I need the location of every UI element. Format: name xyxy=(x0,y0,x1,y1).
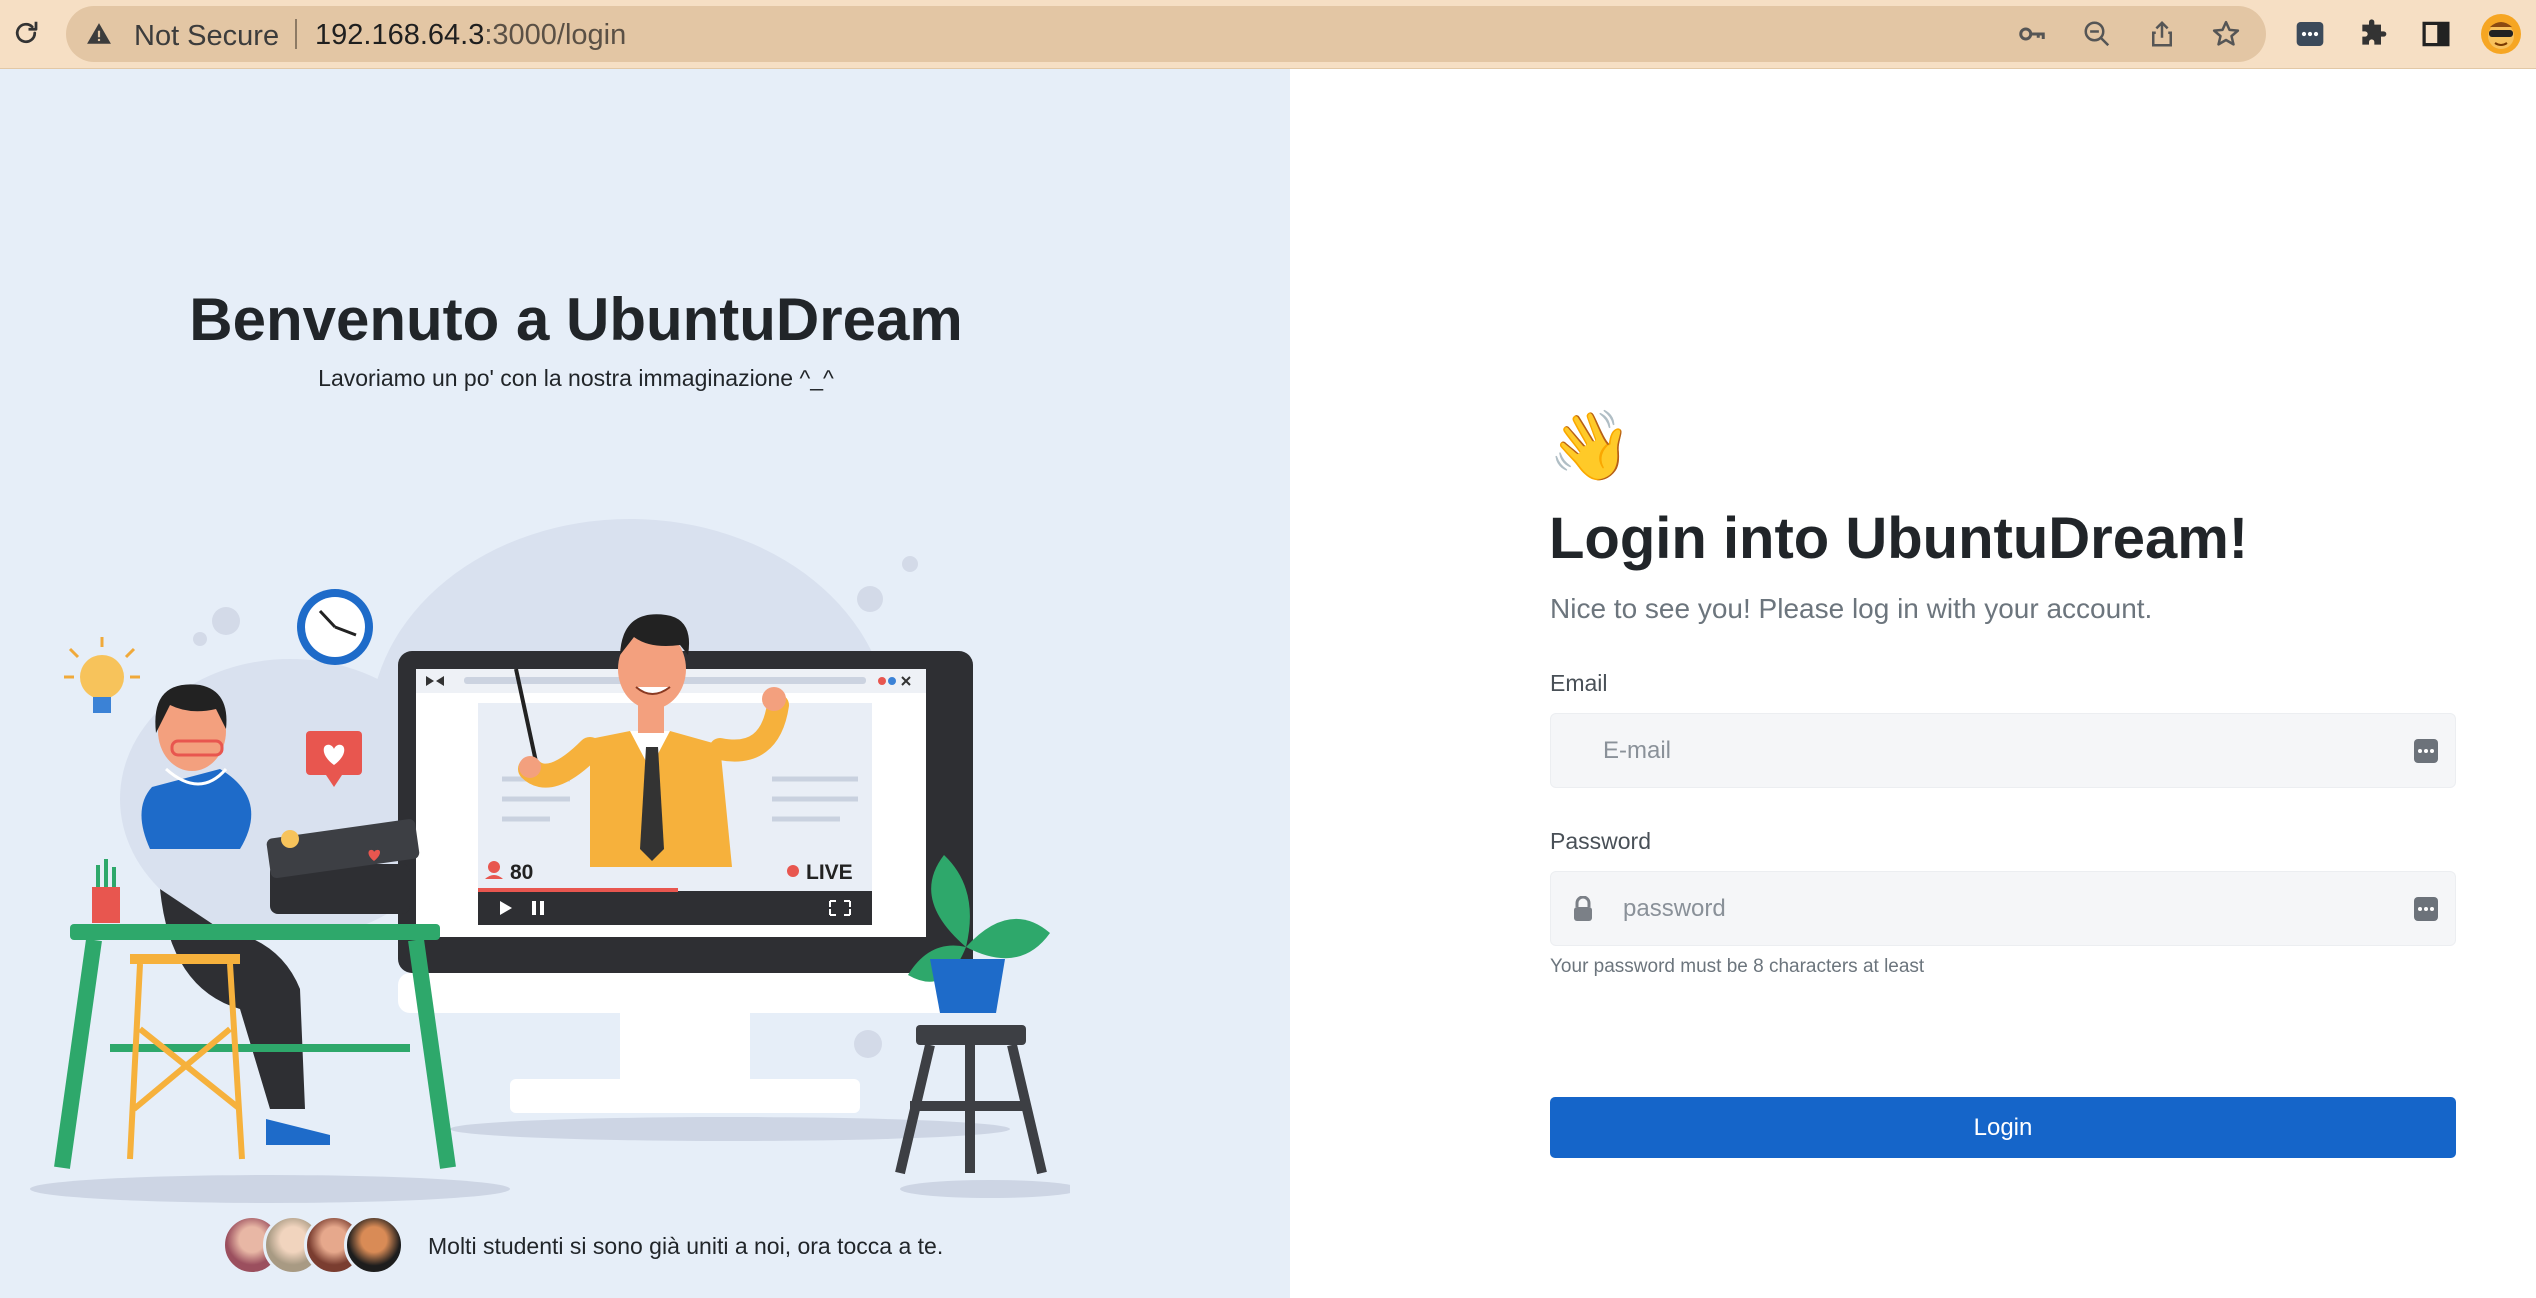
address-separator xyxy=(295,19,297,49)
login-subtitle: Nice to see you! Please log in with your… xyxy=(1550,593,2153,624)
password-input[interactable] xyxy=(1623,872,2383,945)
url-path: :3000/login xyxy=(484,19,627,51)
email-input[interactable] xyxy=(1603,714,2383,787)
browser-toolbar: Not Secure 192.168.64.3:3000/login xyxy=(0,0,2536,69)
profile-avatar[interactable] xyxy=(2480,13,2522,55)
share-icon[interactable] xyxy=(2146,18,2178,50)
viewer-count: 80 xyxy=(510,861,533,884)
password-manager-fill-icon[interactable] xyxy=(2414,739,2438,763)
student-avatars xyxy=(222,1215,404,1275)
star-icon[interactable] xyxy=(2210,18,2242,50)
password-label: Password xyxy=(1550,828,1651,854)
welcome-subtitle: Lavoriamo un po' con la nostra immaginaz… xyxy=(318,365,834,391)
zoom-out-icon[interactable] xyxy=(2081,18,2113,50)
lightbulb-icon xyxy=(64,637,140,713)
wall-clock-icon xyxy=(297,589,373,665)
url-text[interactable]: 192.168.64.3:3000/login xyxy=(315,19,626,52)
welcome-title: Benvenuto a UbuntuDream xyxy=(189,286,963,353)
login-title: Login into UbuntuDream! xyxy=(1549,506,2249,571)
online-class-illustration: 80 LIVE xyxy=(30,519,1070,1203)
reload-icon[interactable] xyxy=(6,13,46,53)
security-label[interactable]: Not Secure xyxy=(134,20,279,53)
url-host: 192.168.64.3 xyxy=(315,19,485,51)
login-button[interactable]: Login xyxy=(1550,1097,2456,1158)
welcome-panel: Benvenuto a UbuntuDream Lavoriamo un po'… xyxy=(0,69,1290,1298)
key-icon[interactable] xyxy=(2016,18,2048,50)
password-manager-icon[interactable] xyxy=(2292,16,2328,52)
avatar xyxy=(344,1215,404,1275)
sidepanel-icon[interactable] xyxy=(2418,16,2454,52)
lock-icon xyxy=(1571,895,1595,922)
waving-hand-icon: 👋 xyxy=(1548,408,1633,484)
warning-icon[interactable] xyxy=(86,21,112,47)
address-bar[interactable]: Not Secure 192.168.64.3:3000/login xyxy=(66,6,2266,62)
email-field xyxy=(1550,713,2456,788)
students-joined-text: Molti studenti si sono già uniti a noi, … xyxy=(428,1233,944,1259)
password-manager-fill-icon[interactable] xyxy=(2414,897,2438,921)
extensions-icon[interactable] xyxy=(2355,16,2391,52)
live-badge: LIVE xyxy=(806,861,853,884)
password-hint: Your password must be 8 characters at le… xyxy=(1550,956,1925,977)
password-field xyxy=(1550,871,2456,946)
email-label: Email xyxy=(1550,670,1608,696)
